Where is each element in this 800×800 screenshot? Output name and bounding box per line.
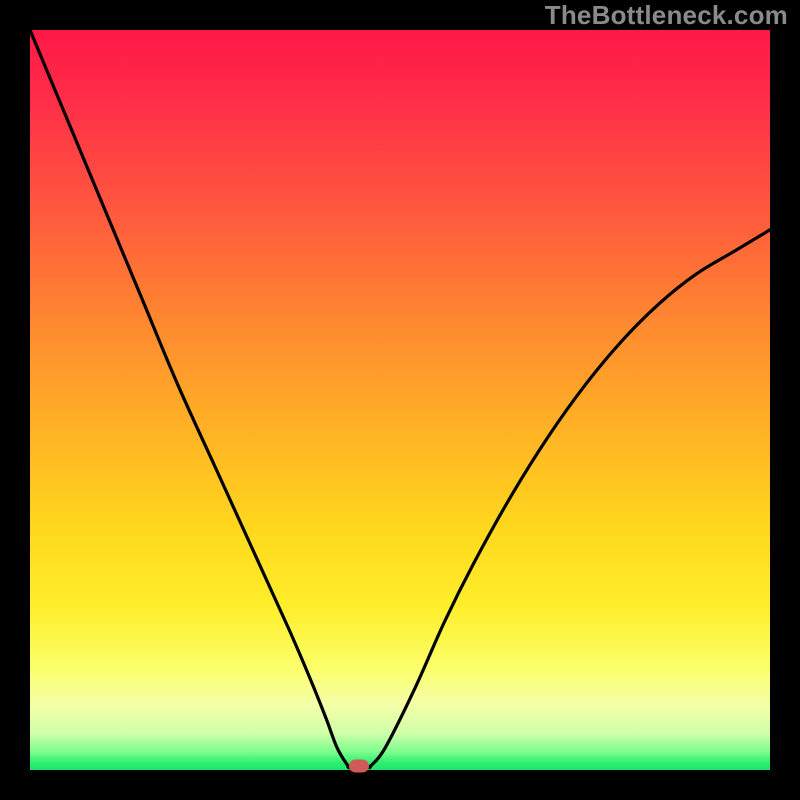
curve-path: [30, 30, 770, 768]
plot-area: [30, 30, 770, 770]
watermark-text: TheBottleneck.com: [545, 0, 788, 31]
min-marker: [349, 760, 369, 773]
bottleneck-curve: [30, 30, 770, 770]
chart-frame: TheBottleneck.com: [0, 0, 800, 800]
